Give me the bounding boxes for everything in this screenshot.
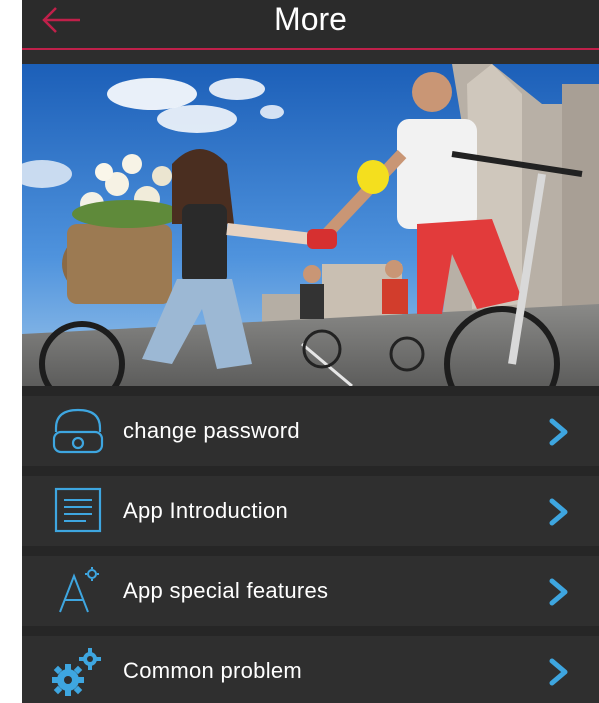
menu-item-app-special-features[interactable]: App special features <box>22 556 599 626</box>
menu-item-change-password[interactable]: change password <box>22 396 599 466</box>
page-title: More <box>274 1 347 37</box>
document-icon <box>50 486 106 536</box>
app-screen: More change password App Introduction Ap… <box>22 0 599 703</box>
font-settings-icon <box>50 566 106 616</box>
chevron-right-icon <box>547 578 571 606</box>
menu-item-app-introduction[interactable]: App Introduction <box>22 476 599 546</box>
menu-item-label: change password <box>123 418 300 443</box>
divider <box>22 546 599 556</box>
chevron-right-icon <box>547 658 571 686</box>
menu-item-label: App Introduction <box>123 498 289 523</box>
divider <box>22 466 599 476</box>
gears-icon <box>50 646 106 696</box>
banner-image <box>22 64 599 386</box>
chevron-right-icon <box>547 498 571 526</box>
divider <box>22 386 599 396</box>
lock-icon <box>50 406 106 456</box>
divider <box>22 626 599 636</box>
top-bar: More <box>22 0 599 50</box>
cyclists-photo <box>22 64 599 386</box>
menu-item-label: Common problem <box>123 658 303 683</box>
menu-item-common-problem[interactable]: Common problem <box>22 636 599 703</box>
menu-item-label: App special features <box>123 578 329 603</box>
chevron-right-icon <box>547 418 571 446</box>
